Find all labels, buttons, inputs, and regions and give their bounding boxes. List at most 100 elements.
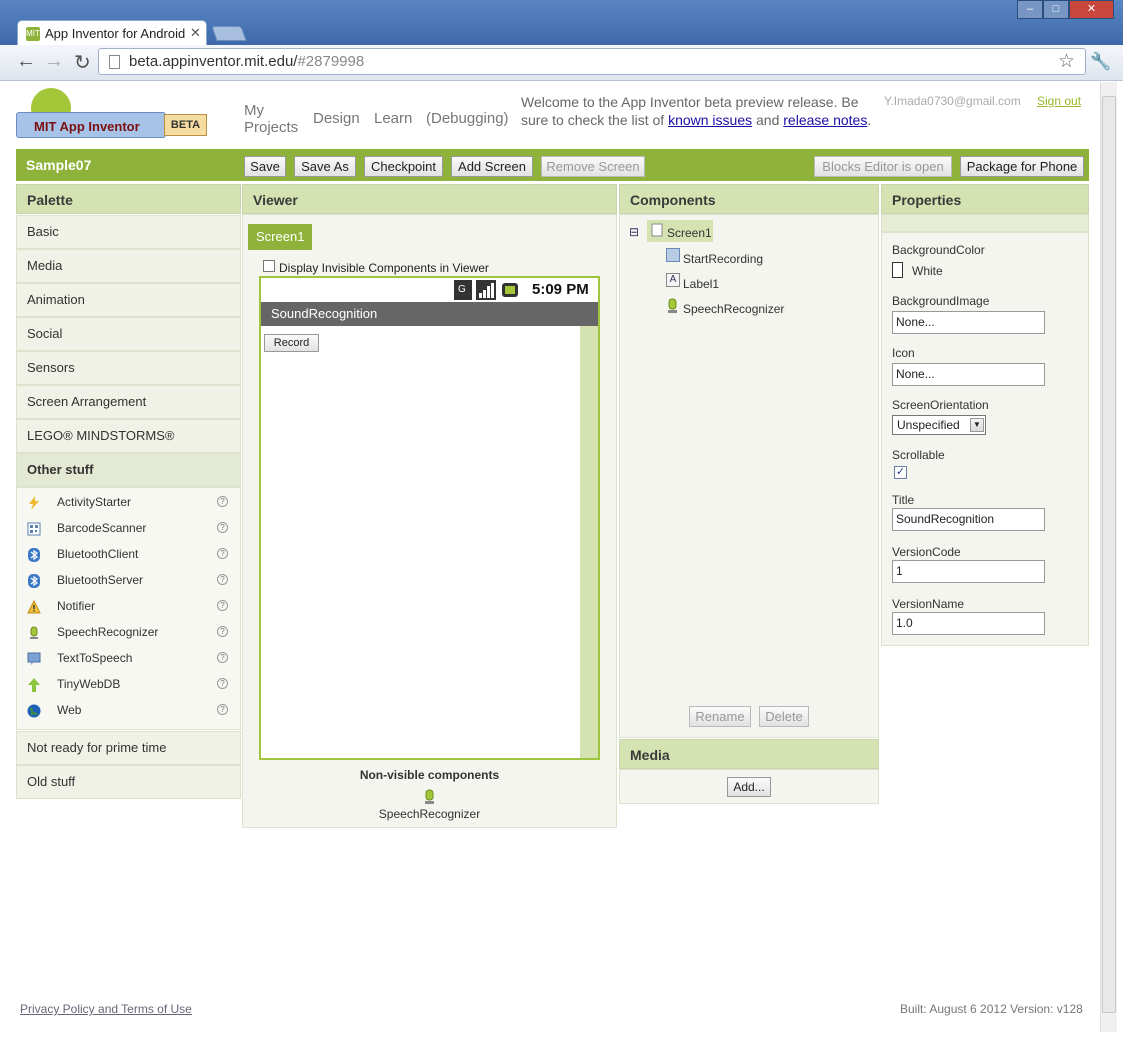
sign-out-link[interactable]: Sign out bbox=[1037, 94, 1081, 108]
checkpoint-button[interactable]: Checkpoint bbox=[364, 156, 443, 177]
lightning-icon bbox=[29, 496, 39, 510]
release-notes-link[interactable]: release notes bbox=[783, 112, 867, 128]
phone-app-title: SoundRecognition bbox=[261, 302, 598, 326]
delete-button[interactable]: Delete bbox=[759, 706, 809, 727]
help-icon[interactable]: ? bbox=[217, 548, 228, 559]
palette-category-basic[interactable]: Basic bbox=[16, 215, 241, 249]
blocks-editor-button[interactable]: Blocks Editor is open bbox=[814, 156, 952, 177]
icon-field[interactable]: None... bbox=[892, 363, 1045, 386]
page-scrollbar[interactable] bbox=[1100, 82, 1117, 1032]
android-icon bbox=[31, 88, 71, 114]
tree-item-screen1[interactable]: Screen1 bbox=[647, 220, 713, 242]
background-image-field[interactable]: None... bbox=[892, 311, 1045, 334]
palette-category-media[interactable]: Media bbox=[16, 249, 241, 283]
palette-item-texttospeech[interactable]: TextToSpeech ? bbox=[27, 647, 237, 671]
collapse-icon[interactable]: ⊟ bbox=[629, 225, 639, 239]
palette-category-old-stuff[interactable]: Old stuff bbox=[16, 765, 241, 799]
tree-item-speechrecognizer[interactable]: SpeechRecognizer bbox=[683, 302, 784, 316]
tree-item-label1[interactable]: Label1 bbox=[683, 277, 719, 291]
palette-item-speechrecognizer[interactable]: SpeechRecognizer ? bbox=[27, 621, 237, 645]
background-color-label: BackgroundColor bbox=[892, 243, 985, 257]
scrollable-checkbox[interactable]: ✓ bbox=[894, 466, 907, 479]
display-invisible-checkbox[interactable] bbox=[263, 260, 275, 272]
package-for-phone-button[interactable]: Package for Phone bbox=[960, 156, 1084, 177]
button-icon bbox=[666, 248, 680, 262]
color-swatch[interactable] bbox=[892, 262, 903, 278]
app-inventor-logo: MIT App Inventor BETA bbox=[16, 88, 208, 148]
help-icon[interactable]: ? bbox=[217, 652, 228, 663]
version-name-field[interactable]: 1.0 bbox=[892, 612, 1045, 635]
signal-icons: G bbox=[454, 280, 518, 300]
help-icon[interactable]: ? bbox=[217, 600, 228, 611]
background-color-value[interactable]: White bbox=[912, 264, 943, 278]
palette-category-lego[interactable]: LEGO® MINDSTORMS® bbox=[16, 419, 241, 453]
address-bar[interactable]: beta.appinventor.mit.edu/#2879998 ☆ bbox=[98, 48, 1086, 75]
remove-screen-button[interactable]: Remove Screen bbox=[541, 156, 645, 177]
new-tab-button[interactable] bbox=[211, 26, 247, 41]
maximize-button[interactable]: □ bbox=[1043, 0, 1069, 19]
scrollbar-thumb[interactable] bbox=[1102, 96, 1116, 1013]
palette-item-notifier[interactable]: Notifier ? bbox=[27, 595, 237, 619]
palette-category-sensors[interactable]: Sensors bbox=[16, 351, 241, 385]
back-arrow-icon[interactable]: ← bbox=[16, 50, 36, 73]
speech-bubble-icon bbox=[27, 652, 41, 665]
screen-orientation-select[interactable]: Unspecified ▼ bbox=[892, 415, 986, 435]
nav-my-projects[interactable]: My Projects bbox=[244, 102, 298, 136]
upload-arrow-icon bbox=[28, 678, 40, 692]
help-icon[interactable]: ? bbox=[217, 626, 228, 637]
forward-arrow-icon[interactable]: → bbox=[44, 50, 64, 73]
viewer-header: Viewer bbox=[242, 184, 617, 214]
version-code-field[interactable]: 1 bbox=[892, 560, 1045, 583]
add-media-button[interactable]: Add... bbox=[727, 777, 771, 797]
privacy-policy-link[interactable]: Privacy Policy and Terms of Use bbox=[20, 1002, 192, 1016]
nonvisible-item[interactable]: SpeechRecognizer bbox=[242, 807, 617, 821]
tree-item-startrecording[interactable]: StartRecording bbox=[683, 252, 763, 266]
nav-debugging[interactable]: (Debugging) bbox=[426, 110, 509, 127]
help-icon[interactable]: ? bbox=[217, 678, 228, 689]
known-issues-link[interactable]: known issues bbox=[668, 112, 752, 128]
components-header: Components bbox=[619, 184, 879, 214]
palette-item-web[interactable]: Web ? bbox=[27, 699, 237, 723]
microphone-icon bbox=[30, 626, 38, 639]
microphone-icon bbox=[425, 789, 434, 804]
palette-category-animation[interactable]: Animation bbox=[16, 283, 241, 317]
palette-category-not-ready[interactable]: Not ready for prime time bbox=[16, 731, 241, 765]
nav-learn[interactable]: Learn bbox=[374, 110, 412, 127]
tab-close-icon[interactable]: ✕ bbox=[190, 25, 201, 41]
help-icon[interactable]: ? bbox=[217, 574, 228, 585]
palette-item-bluetoothserver[interactable]: BluetoothServer ? bbox=[27, 569, 237, 593]
add-screen-button[interactable]: Add Screen bbox=[451, 156, 533, 177]
palette-item-barcodescanner[interactable]: BarcodeScanner ? bbox=[27, 517, 237, 541]
bookmark-star-icon[interactable]: ☆ bbox=[1058, 50, 1075, 73]
palette-category-social[interactable]: Social bbox=[16, 317, 241, 351]
palette-category-other-stuff[interactable]: Other stuff bbox=[16, 453, 241, 487]
palette-item-tinywebdb[interactable]: TinyWebDB ? bbox=[27, 673, 237, 697]
phone-preview: G 5:09 PM SoundRecognition Record bbox=[259, 276, 600, 760]
save-button[interactable]: Save bbox=[244, 156, 286, 177]
logo-bar: MIT App Inventor bbox=[16, 112, 166, 138]
palette-category-screen-arrangement[interactable]: Screen Arrangement bbox=[16, 385, 241, 419]
scrollable-label: Scrollable bbox=[892, 448, 945, 462]
minimize-button[interactable]: – bbox=[1017, 0, 1043, 19]
tab-favicon-icon: MIT bbox=[26, 27, 40, 41]
chevron-down-icon[interactable]: ▼ bbox=[970, 418, 984, 432]
palette-item-bluetoothclient[interactable]: BluetoothClient ? bbox=[27, 543, 237, 567]
screen-orientation-label: ScreenOrientation bbox=[892, 398, 989, 412]
save-as-button[interactable]: Save As bbox=[294, 156, 356, 177]
screen1-tab[interactable]: Screen1 bbox=[248, 224, 312, 250]
record-button[interactable]: Record bbox=[264, 334, 319, 352]
help-icon[interactable]: ? bbox=[217, 704, 228, 715]
title-field[interactable]: SoundRecognition bbox=[892, 508, 1045, 531]
nav-design[interactable]: Design bbox=[313, 110, 360, 127]
browser-tab[interactable]: MIT App Inventor for Android ✕ bbox=[17, 20, 207, 46]
wrench-icon[interactable]: 🔧 bbox=[1090, 52, 1111, 72]
reload-icon[interactable]: ↻ bbox=[74, 50, 91, 75]
rename-button[interactable]: Rename bbox=[689, 706, 751, 727]
help-icon[interactable]: ? bbox=[217, 522, 228, 533]
project-name: Sample07 bbox=[26, 157, 92, 173]
page-icon bbox=[109, 55, 120, 69]
properties-header: Properties bbox=[881, 184, 1089, 214]
help-icon[interactable]: ? bbox=[217, 496, 228, 507]
palette-item-activitystarter[interactable]: ActivityStarter ? bbox=[27, 491, 237, 515]
close-window-button[interactable]: ✕ bbox=[1069, 0, 1114, 19]
